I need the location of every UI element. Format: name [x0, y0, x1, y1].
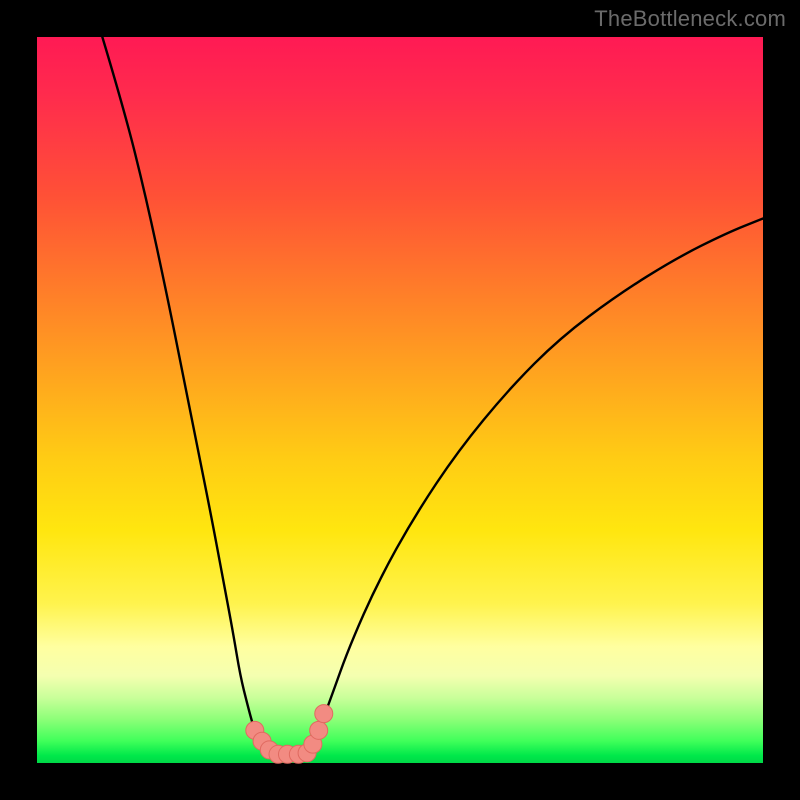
bottleneck-curve: [102, 37, 763, 756]
watermark-text: TheBottleneck.com: [594, 6, 786, 32]
curve-marker: [315, 705, 333, 723]
curve-markers: [246, 705, 333, 764]
outer-frame: TheBottleneck.com: [0, 0, 800, 800]
plot-area: [37, 37, 763, 763]
curve-marker: [310, 721, 328, 739]
curve-svg: [37, 37, 763, 763]
